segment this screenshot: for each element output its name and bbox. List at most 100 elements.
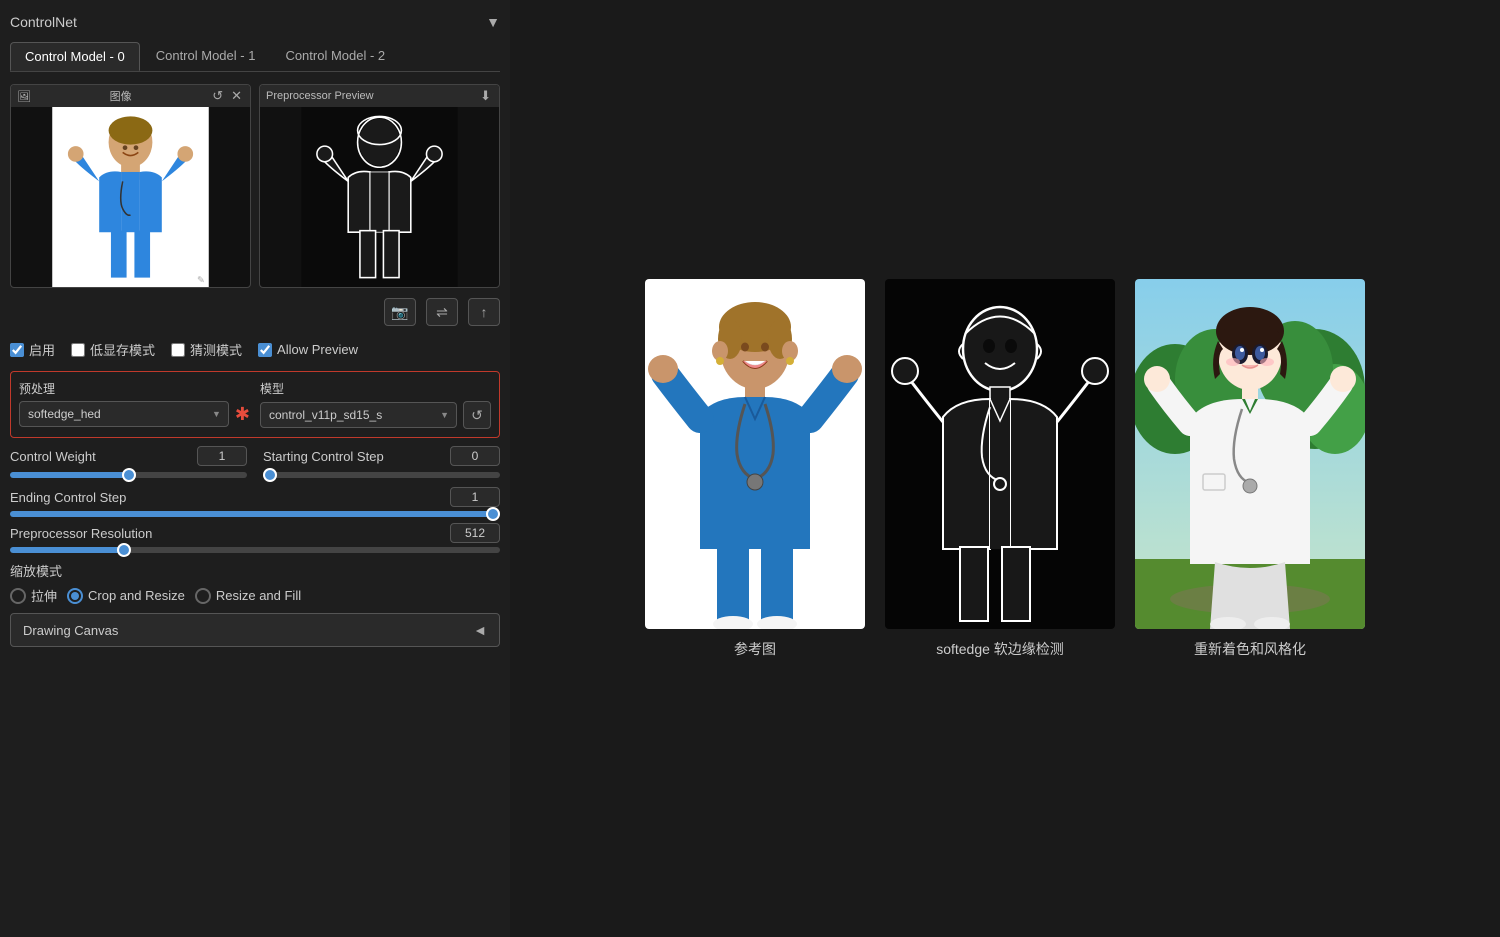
gallery-item-edge: softedge 软边缘检测 xyxy=(885,279,1115,659)
ending-step-value: 1 xyxy=(450,487,500,507)
ending-step-slider[interactable] xyxy=(10,511,500,517)
model-select-wrapper[interactable]: control_v11p_sd15_s none xyxy=(260,402,457,428)
nurse-image-container: ✎ xyxy=(11,107,250,287)
guess-mode-label: 猜测模式 xyxy=(190,340,242,359)
zoom-mode-section: 缩放模式 拉伸 Crop and Resize Resize and Fill xyxy=(10,561,500,605)
drawing-canvas-label: Drawing Canvas xyxy=(23,623,118,638)
radio-group: 拉伸 Crop and Resize Resize and Fill xyxy=(10,586,500,605)
preprocessor-field: 预处理 softedge_hed none canny depth openpo… xyxy=(19,380,250,429)
low-vram-checkbox[interactable] xyxy=(71,343,85,357)
radio-crop-resize-label: Crop and Resize xyxy=(88,588,185,603)
panel-title: ControlNet xyxy=(10,14,77,30)
action-row: 📷 ⇌ ↑ xyxy=(10,296,500,328)
gallery-image-ref xyxy=(645,279,865,629)
left-panel: ControlNet ▼ Control Model - 0 Control M… xyxy=(0,0,510,937)
gallery-item-restyled: 重新着色和风格化 xyxy=(1135,279,1365,659)
enable-checkbox[interactable] xyxy=(10,343,24,357)
radio-crop-resize-circle xyxy=(67,588,83,604)
starting-step-label: Starting Control Step xyxy=(263,449,384,464)
radio-stretch[interactable]: 拉伸 xyxy=(10,586,57,605)
tab-model-1[interactable]: Control Model - 1 xyxy=(142,42,270,71)
svg-text:✎: ✎ xyxy=(197,274,205,285)
model-label: 模型 xyxy=(260,380,491,397)
image-box-icon: 🖼 xyxy=(17,90,31,103)
guess-mode-checkbox[interactable] xyxy=(171,343,185,357)
ending-step-header: Ending Control Step 1 xyxy=(10,487,500,507)
control-weight-item: Control Weight 1 xyxy=(10,446,247,481)
preprocessor-select[interactable]: softedge_hed none canny depth openpose xyxy=(19,401,229,427)
tab-model-0[interactable]: Control Model - 0 xyxy=(10,42,140,71)
image-previews: 🖼 图像 ↺ ✕ xyxy=(10,84,500,288)
close-button[interactable]: ✕ xyxy=(229,88,244,104)
radio-resize-fill[interactable]: Resize and Fill xyxy=(195,588,301,604)
gallery-caption-edge: softedge 软边缘检测 xyxy=(936,639,1064,659)
right-panel: 参考图 xyxy=(510,0,1500,937)
image-box-label: 图像 xyxy=(110,88,132,104)
image-box-header: 🖼 图像 ↺ ✕ xyxy=(11,85,250,107)
gallery-edge-svg xyxy=(885,279,1115,629)
enable-checkbox-item[interactable]: 启用 xyxy=(10,340,55,359)
swap-button[interactable]: ⇌ xyxy=(426,298,458,326)
model-refresh-button[interactable]: ↺ xyxy=(463,401,491,429)
guess-mode-checkbox-item[interactable]: 猜测模式 xyxy=(171,340,242,359)
low-vram-checkbox-item[interactable]: 低显存模式 xyxy=(71,340,155,359)
preprocessor-select-row: softedge_hed none canny depth openpose ✱ xyxy=(19,401,250,427)
starting-step-header: Starting Control Step 0 xyxy=(263,446,500,466)
ending-step-row: Ending Control Step 1 xyxy=(10,487,500,517)
allow-preview-checkbox-item[interactable]: Allow Preview xyxy=(258,342,358,357)
starting-step-value: 0 xyxy=(450,446,500,466)
preprocessor-select-wrapper[interactable]: softedge_hed none canny depth openpose xyxy=(19,401,229,427)
tab-model-2[interactable]: Control Model - 2 xyxy=(271,42,399,71)
edge-image xyxy=(260,107,499,287)
enable-label: 启用 xyxy=(29,340,55,359)
preproc-model-row: 预处理 softedge_hed none canny depth openpo… xyxy=(19,380,491,429)
options-row: 启用 低显存模式 猜测模式 Allow Preview xyxy=(10,336,500,363)
radio-resize-fill-label: Resize and Fill xyxy=(216,588,301,603)
gallery-caption-ref: 参考图 xyxy=(734,639,776,659)
dual-slider-row: Control Weight 1 Starting Control Step 0 xyxy=(10,446,500,481)
drawing-canvas-arrow: ◄ xyxy=(473,622,487,638)
preprocessor-preview-box[interactable]: Preprocessor Preview ⬇ xyxy=(259,84,500,288)
preproc-res-label: Preprocessor Resolution xyxy=(10,526,152,541)
camera-button[interactable]: 📷 xyxy=(384,298,416,326)
download-button[interactable]: ⬇ xyxy=(478,88,493,104)
image-upload-box[interactable]: 🖼 图像 ↺ ✕ xyxy=(10,84,251,288)
low-vram-label: 低显存模式 xyxy=(90,340,155,359)
model-select-row: control_v11p_sd15_s none ↺ xyxy=(260,401,491,429)
starting-step-slider[interactable] xyxy=(263,472,500,478)
nurse-image: ✎ xyxy=(11,107,250,287)
gallery-image-edge xyxy=(885,279,1115,629)
ending-step-label: Ending Control Step xyxy=(10,490,126,505)
gallery-row: 参考图 xyxy=(645,279,1365,659)
starting-step-item: Starting Control Step 0 xyxy=(263,446,500,481)
panel-header: ControlNet ▼ xyxy=(10,10,500,34)
gallery-item-ref: 参考图 xyxy=(645,279,865,659)
radio-stretch-label: 拉伸 xyxy=(31,586,57,605)
gallery-anime-svg xyxy=(1135,279,1365,629)
radio-stretch-circle xyxy=(10,588,26,604)
zoom-mode-label: 缩放模式 xyxy=(10,561,500,580)
gallery-caption-restyled: 重新着色和风格化 xyxy=(1194,639,1306,659)
allow-preview-label: Allow Preview xyxy=(277,342,358,357)
preproc-box-header: Preprocessor Preview ⬇ xyxy=(260,85,499,107)
preproc-res-value: 512 xyxy=(450,523,500,543)
allow-preview-checkbox[interactable] xyxy=(258,343,272,357)
model-select[interactable]: control_v11p_sd15_s none xyxy=(260,402,457,428)
preproc-model-box: 预处理 softedge_hed none canny depth openpo… xyxy=(10,371,500,438)
drawing-canvas-row[interactable]: Drawing Canvas ◄ xyxy=(10,613,500,647)
preproc-res-slider[interactable] xyxy=(10,547,500,553)
control-weight-header: Control Weight 1 xyxy=(10,446,247,466)
radio-resize-fill-circle xyxy=(195,588,211,604)
preproc-res-header: Preprocessor Resolution 512 xyxy=(10,523,500,543)
preproc-header-icons: ⬇ xyxy=(478,88,493,104)
upload-button[interactable]: ↑ xyxy=(468,298,500,326)
radio-crop-resize[interactable]: Crop and Resize xyxy=(67,588,185,604)
control-weight-slider[interactable] xyxy=(10,472,247,478)
tab-bar: Control Model - 0 Control Model - 1 Cont… xyxy=(10,42,500,72)
header-icons: ↺ ✕ xyxy=(210,88,244,104)
gallery-image-restyled xyxy=(1135,279,1365,629)
collapse-arrow[interactable]: ▼ xyxy=(486,14,500,30)
star-button[interactable]: ✱ xyxy=(235,404,250,425)
refresh-button[interactable]: ↺ xyxy=(210,88,225,104)
control-weight-value: 1 xyxy=(197,446,247,466)
